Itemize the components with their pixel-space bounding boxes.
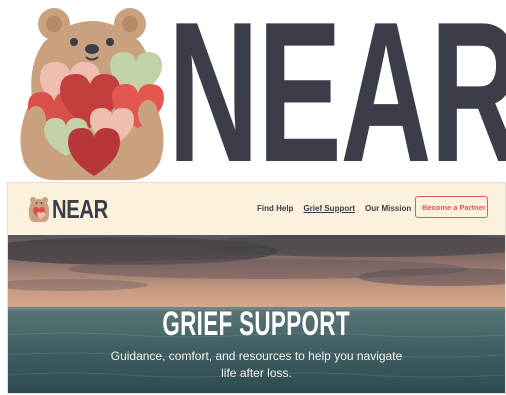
hero-subtitle: Guidance, comfort, and resources to help… xyxy=(110,349,403,380)
hero-title: GRIEF SUPPORT xyxy=(8,307,505,341)
hero-section: GRIEF SUPPORT Guidance, comfort, and res… xyxy=(8,235,505,393)
nav-link-our-mission[interactable]: Our Mission xyxy=(365,203,411,215)
brand-banner: NEAR xyxy=(0,0,506,193)
site-logo[interactable]: NEAR xyxy=(28,195,124,223)
nav-link-grief-support[interactable]: Grief Support xyxy=(303,203,355,215)
brand-wordmark: NEAR xyxy=(168,0,506,204)
become-a-partner-button[interactable]: Become a Partner xyxy=(415,196,488,218)
nav-link-find-help[interactable]: Find Help xyxy=(257,203,293,215)
website-screenshot: NEAR Find Help Grief Support Our Mission… xyxy=(8,183,505,393)
bear-holding-hearts-icon xyxy=(20,8,164,181)
hero-title-text: GRIEF SUPPORT xyxy=(162,305,351,343)
site-logo-text: NEAR xyxy=(52,194,108,224)
bear-logo-icon xyxy=(28,197,50,222)
nav-links: Find Help Grief Support Our Mission xyxy=(257,203,411,215)
top-nav: NEAR Find Help Grief Support Our Mission… xyxy=(8,183,505,235)
